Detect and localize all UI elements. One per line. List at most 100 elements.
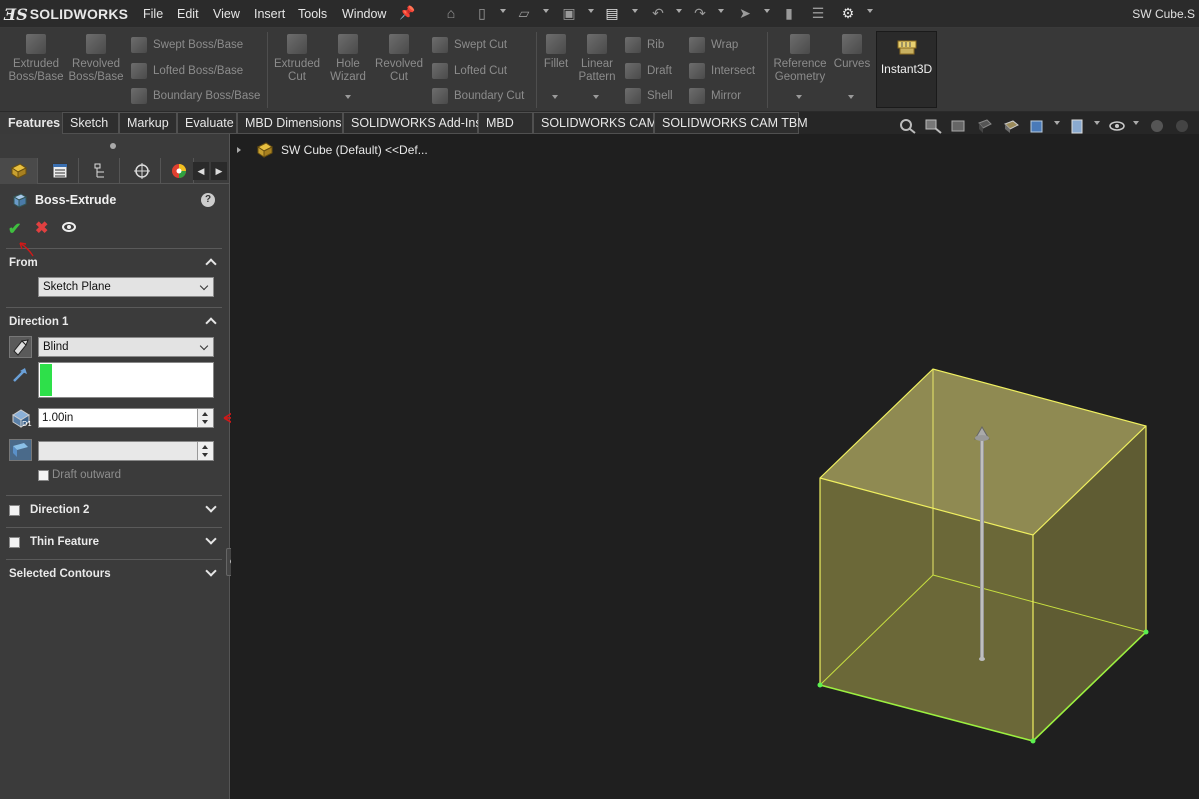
- menu-window[interactable]: Window: [342, 7, 386, 21]
- expand-direction2-icon[interactable]: [205, 501, 217, 513]
- hide-show-dropdown-icon[interactable]: [1133, 121, 1139, 125]
- mirror-button[interactable]: Mirror: [689, 87, 741, 105]
- thin-feature-checkbox[interactable]: [9, 536, 20, 548]
- depth-spin-buttons[interactable]: [197, 409, 213, 427]
- tab-solidworks-cam[interactable]: SOLIDWORKS CAM: [533, 112, 657, 134]
- expand-thin-feature-icon[interactable]: [205, 533, 217, 545]
- intersect-button[interactable]: Intersect: [689, 62, 755, 80]
- lofted-cut-button[interactable]: Lofted Cut: [432, 62, 507, 80]
- start-condition-select[interactable]: Sketch Plane: [38, 277, 214, 297]
- tabs-scroll-right-icon[interactable]: ▶: [211, 162, 227, 180]
- select-dropdown-icon[interactable]: [764, 9, 770, 13]
- tabs-scroll-left-icon[interactable]: ◀: [193, 162, 209, 180]
- tab-mbd[interactable]: MBD: [478, 112, 533, 134]
- draft-on-off-icon[interactable]: [9, 439, 32, 461]
- zoom-to-fit-icon[interactable]: [898, 118, 916, 134]
- expand-selected-contours-icon[interactable]: [205, 565, 217, 577]
- file-properties-icon[interactable]: ☰: [810, 5, 826, 21]
- tab-sketch[interactable]: Sketch: [62, 112, 119, 134]
- reference-geometry-button[interactable]: Reference Geometry: [771, 34, 829, 84]
- view-orientation-dropdown-icon[interactable]: [1054, 121, 1060, 125]
- display-style-dropdown-icon[interactable]: [1094, 121, 1100, 125]
- hide-show-items-icon[interactable]: [1108, 118, 1126, 134]
- menu-tools[interactable]: Tools: [298, 7, 327, 21]
- tab-dimxpert-manager[interactable]: [123, 158, 161, 184]
- linear-pattern-button[interactable]: Linear Pattern: [576, 34, 618, 84]
- direction-selection-box[interactable]: [38, 362, 214, 398]
- curves-dropdown-icon[interactable]: [848, 95, 854, 99]
- boundary-boss-button[interactable]: Boundary Boss/Base: [131, 87, 260, 105]
- tab-solidworks-add-ins[interactable]: SOLIDWORKS Add-Ins: [343, 112, 482, 134]
- graphics-area[interactable]: SW Cube (Default) <<Def...: [231, 134, 1199, 799]
- revolved-cut-button[interactable]: Revolved Cut: [373, 34, 425, 84]
- swept-cut-button[interactable]: Swept Cut: [432, 36, 507, 54]
- undo-dropdown-icon[interactable]: [676, 9, 682, 13]
- tab-property-manager[interactable]: [41, 158, 79, 184]
- tab-mbd-dimensions[interactable]: MBD Dimensions: [237, 112, 343, 134]
- options-gear-icon[interactable]: ⚙: [840, 5, 856, 21]
- tab-evaluate[interactable]: Evaluate: [177, 112, 237, 134]
- apply-scene-icon[interactable]: [1173, 118, 1191, 134]
- undo-icon[interactable]: ↶: [650, 5, 666, 21]
- save-dropdown-icon[interactable]: [588, 9, 594, 13]
- lofted-boss-button[interactable]: Lofted Boss/Base: [131, 62, 243, 80]
- draft-angle-spin-buttons[interactable]: [197, 442, 213, 460]
- open-folder-icon[interactable]: ▱: [516, 5, 532, 21]
- depth-input[interactable]: 1.00in: [38, 408, 214, 428]
- linear-pattern-dropdown-icon[interactable]: [593, 95, 599, 99]
- direction2-checkbox[interactable]: [9, 504, 20, 516]
- menu-file[interactable]: File: [143, 7, 163, 21]
- direction1-group-header[interactable]: Direction 1: [9, 316, 68, 328]
- tab-configuration-manager[interactable]: [82, 158, 120, 184]
- redo-icon[interactable]: ↷: [692, 5, 708, 21]
- from-group-header[interactable]: From: [9, 257, 38, 269]
- rib-button[interactable]: Rib: [625, 36, 664, 54]
- boundary-cut-button[interactable]: Boundary Cut: [432, 87, 524, 105]
- revolved-boss-button[interactable]: Revolved Boss/Base: [68, 34, 124, 84]
- previous-view-icon[interactable]: [950, 118, 968, 134]
- extruded-boss-button[interactable]: Extruded Boss/Base: [8, 34, 64, 84]
- menu-insert[interactable]: Insert: [254, 7, 285, 21]
- dynamic-annotation-icon[interactable]: [1002, 118, 1020, 134]
- save-icon[interactable]: ▣: [561, 5, 577, 21]
- menu-edit[interactable]: Edit: [177, 7, 199, 21]
- panel-grip-handle[interactable]: [110, 143, 116, 149]
- tab-solidworks-cam-tbm[interactable]: SOLIDWORKS CAM TBM: [654, 112, 808, 134]
- options-dropdown-icon[interactable]: [867, 9, 873, 13]
- swept-boss-button[interactable]: Swept Boss/Base: [131, 36, 243, 54]
- reference-geometry-dropdown-icon[interactable]: [796, 95, 802, 99]
- menu-view[interactable]: View: [213, 7, 240, 21]
- draft-angle-input[interactable]: [38, 441, 214, 461]
- new-document-icon[interactable]: ▯: [474, 5, 490, 21]
- edit-appearance-icon[interactable]: [1148, 118, 1166, 134]
- cancel-x-icon[interactable]: ✖: [35, 218, 48, 238]
- select-pointer-icon[interactable]: ➤: [737, 5, 753, 21]
- wrap-button[interactable]: Wrap: [689, 36, 738, 54]
- thin-feature-group-header[interactable]: Thin Feature: [9, 536, 99, 548]
- print-icon[interactable]: ▤: [604, 5, 620, 21]
- help-icon[interactable]: ?: [201, 193, 215, 207]
- pin-icon[interactable]: 📌: [399, 5, 415, 21]
- tab-display-manager[interactable]: [164, 158, 194, 184]
- rebuild-icon[interactable]: ▮: [781, 5, 797, 21]
- section-view-icon[interactable]: [976, 118, 994, 134]
- open-dropdown-icon[interactable]: [543, 9, 549, 13]
- new-dropdown-icon[interactable]: [500, 9, 506, 13]
- instant3d-button[interactable]: Instant3D: [876, 31, 937, 108]
- shell-button[interactable]: Shell: [625, 87, 673, 105]
- redo-dropdown-icon[interactable]: [718, 9, 724, 13]
- tab-features[interactable]: Features: [0, 112, 62, 134]
- hole-wizard-dropdown-icon[interactable]: [345, 95, 351, 99]
- ok-checkmark-icon[interactable]: ✔: [8, 219, 21, 239]
- zoom-to-area-icon[interactable]: [924, 118, 942, 134]
- fillet-dropdown-icon[interactable]: [552, 95, 558, 99]
- selected-contours-group-header[interactable]: Selected Contours: [9, 568, 111, 580]
- collapse-direction1-icon[interactable]: [205, 317, 217, 329]
- fillet-button[interactable]: Fillet: [538, 34, 574, 71]
- collapse-from-icon[interactable]: [205, 258, 217, 270]
- extruded-cut-button[interactable]: Extruded Cut: [271, 34, 323, 84]
- print-dropdown-icon[interactable]: [632, 9, 638, 13]
- draft-outward-option[interactable]: Draft outward: [38, 469, 121, 481]
- solidworks-logo[interactable]: ƎS SOLIDWORKS: [4, 5, 128, 24]
- draft-outward-checkbox[interactable]: [38, 469, 49, 481]
